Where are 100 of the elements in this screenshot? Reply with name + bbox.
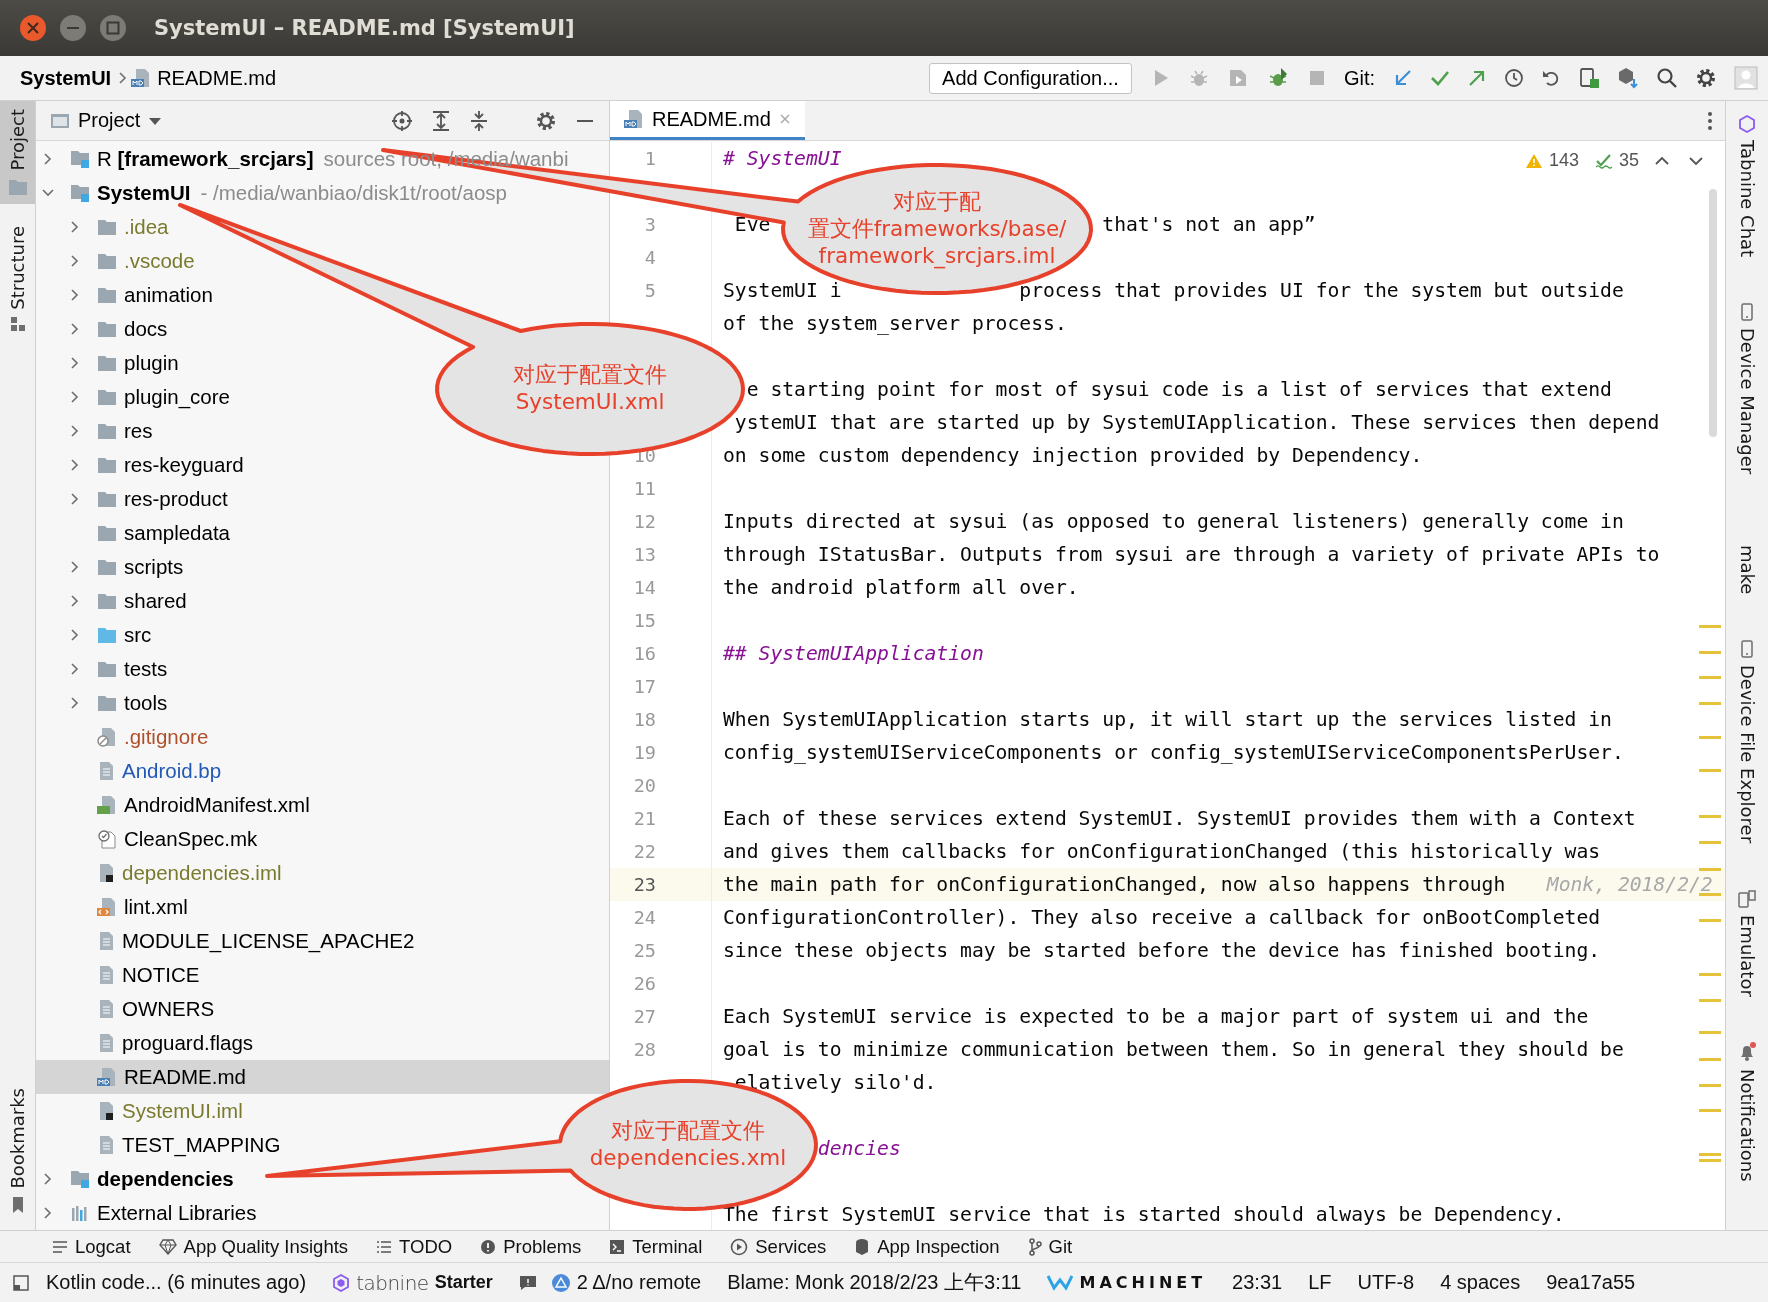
tool-window-button[interactable]: Project — [0, 101, 35, 204]
typo-check-icon[interactable] — [1594, 152, 1613, 169]
undo-icon[interactable] — [1541, 68, 1561, 88]
run-configuration-button[interactable]: Add Configuration... — [929, 62, 1132, 94]
tree-item[interactable]: proguard.flags — [36, 1026, 254, 1060]
code-text: Each of these services extend SystemUI. SystemUI provides them with a Context — [723, 807, 1636, 830]
settings-icon[interactable] — [1695, 67, 1717, 89]
line-number: 16 — [632, 643, 656, 664]
tree-item[interactable]: SystemUI - /media/wanbiao/disk1t/root/aosp — [36, 176, 507, 210]
status-text[interactable]: Kotlin code... (6 minutes ago) — [46, 1271, 307, 1294]
list-icon — [376, 1239, 393, 1254]
tree-item[interactable]: plugin_core — [36, 380, 230, 414]
status-text[interactable]: Blame: Monk 2018/2/23 上午3:11 — [727, 1269, 1022, 1296]
tool-window-button[interactable]: TODO — [376, 1235, 453, 1258]
lines-icon — [52, 1239, 68, 1254]
minimize-icon[interactable] — [58, 13, 88, 43]
tree-item[interactable]: res-keyguard — [36, 448, 244, 482]
tool-window-button[interactable]: Device File Explorer — [1726, 632, 1768, 852]
tree-item[interactable]: animation — [36, 278, 213, 312]
status-text[interactable]: 23:31 — [1232, 1271, 1283, 1294]
status-text[interactable]: LF — [1308, 1271, 1332, 1294]
tree-item[interactable]: NOTICE — [36, 958, 200, 992]
code-text: the android platform all over. — [723, 576, 1079, 599]
tool-window-button[interactable]: Git — [1027, 1235, 1073, 1258]
push-arrow-icon[interactable] — [1467, 68, 1487, 88]
hexagon-icon — [1738, 115, 1756, 133]
tool-window-button[interactable]: Terminal — [609, 1235, 703, 1258]
tree-item[interactable]: SystemUI.iml — [36, 1094, 243, 1128]
sdk-manager-icon[interactable] — [1617, 67, 1639, 89]
update-arrow-icon[interactable] — [1393, 68, 1413, 88]
tool-window-button[interactable]: Logcat — [52, 1235, 131, 1258]
tree-item[interactable]: tests — [36, 652, 168, 686]
line-number: 13 — [632, 544, 656, 565]
line-number: 21 — [632, 808, 656, 829]
tree-item[interactable]: dependencies — [36, 1162, 234, 1196]
tool-window-button[interactable]: Structure — [0, 217, 35, 341]
tree-item[interactable]: lint.xml — [36, 890, 188, 924]
tool-window-button[interactable]: Bookmarks — [0, 1080, 35, 1222]
tree-item[interactable]: .gitignore — [36, 720, 209, 754]
tree-item[interactable]: MODULE_LICENSE_APACHE2 — [36, 924, 415, 958]
typo-count[interactable]: 35 — [1618, 150, 1639, 171]
tree-item[interactable]: docs — [36, 312, 168, 346]
collapse-all-icon[interactable] — [469, 109, 489, 132]
code-text: goal is to minimize communication between them. So in general they should be — [723, 1038, 1624, 1061]
tool-window-button[interactable]: App Inspection — [854, 1235, 1000, 1258]
tabnine-logo[interactable]: tabnine — [356, 1270, 429, 1295]
tool-window-button[interactable]: App Quality Insights — [158, 1235, 349, 1258]
tool-window-button[interactable]: Device Manager — [1726, 295, 1768, 483]
view-selector[interactable]: Project — [50, 109, 163, 132]
tabnine-logo-icon[interactable] — [332, 1273, 351, 1292]
tool-window-button[interactable]: Notifications — [1726, 1034, 1768, 1190]
tree-item[interactable]: Android.bp — [36, 754, 222, 788]
tree-item[interactable]: .vscode — [36, 244, 195, 278]
tool-window-button[interactable]: Tabnine Chat — [1726, 107, 1768, 266]
tree-item[interactable]: .idea — [36, 210, 169, 244]
folder-icon — [97, 354, 117, 372]
tree-item[interactable]: res — [36, 414, 153, 448]
tree-item[interactable]: dependencies.iml — [36, 856, 282, 890]
warning-count[interactable]: 143 — [1548, 150, 1579, 171]
tree-item[interactable]: OWNERS — [36, 992, 215, 1026]
status-text[interactable]: 2 Δ/no remote — [576, 1271, 702, 1294]
scrollbar-thumb[interactable] — [1709, 189, 1717, 437]
tree-item[interactable]: shared — [36, 584, 187, 618]
tree-item[interactable]: tools — [36, 686, 168, 720]
tree-item[interactable]: scripts — [36, 550, 184, 584]
device-manager-icon[interactable] — [1578, 67, 1600, 89]
crosshair-icon[interactable] — [391, 109, 413, 132]
close-icon[interactable] — [18, 13, 48, 43]
tool-window-button[interactable]: make — [1726, 537, 1768, 603]
tree-item[interactable]: src — [36, 618, 152, 652]
search-icon[interactable] — [1656, 67, 1678, 89]
editor-tab[interactable]: README.md — [610, 101, 805, 140]
settings-icon[interactable] — [535, 109, 557, 132]
tool-window-button[interactable]: Services — [730, 1235, 827, 1258]
tree-item[interactable]: AndroidManifest.xml — [36, 788, 310, 822]
machinet-logo[interactable]: MACHINET — [1079, 1273, 1207, 1292]
tree-item[interactable]: plugin — [36, 346, 179, 380]
maximize-icon[interactable] — [98, 13, 128, 43]
comment-icon[interactable] — [518, 1274, 537, 1291]
tool-window-button[interactable]: Problems — [480, 1235, 582, 1258]
tree-item[interactable]: TEST_MAPPING — [36, 1128, 281, 1162]
expand-all-icon[interactable] — [431, 109, 451, 132]
vcs-icon[interactable] — [550, 1272, 571, 1293]
window-title: SystemUI – README.md [SystemUI] — [154, 16, 575, 40]
status-text[interactable]: 4 spaces — [1440, 1271, 1521, 1294]
tree-item[interactable]: CleanSpec.mk — [36, 822, 258, 856]
history-icon[interactable] — [1504, 68, 1524, 88]
tree-item[interactable]: res-product — [36, 482, 228, 516]
breadcrumb-item[interactable]: SystemUI — [20, 66, 112, 90]
status-text[interactable]: 9ea17a55 — [1546, 1271, 1636, 1294]
more-icon[interactable] — [1707, 110, 1713, 131]
callout-text: 对应于配 置文件frameworks/base/ framework_srcjars.iml — [807, 188, 1067, 270]
tree-item[interactable]: sampledata — [36, 516, 230, 550]
line-number: 19 — [632, 742, 656, 763]
breadcrumb-item[interactable]: README.md — [157, 66, 277, 90]
panel-toggle-icon[interactable] — [12, 1273, 30, 1292]
tool-window-button[interactable]: Emulator — [1726, 881, 1768, 1005]
status-text[interactable]: UTF-8 — [1357, 1271, 1415, 1294]
plan-label[interactable]: Starter — [434, 1272, 493, 1293]
tree-item[interactable]: External Libraries — [36, 1196, 257, 1230]
